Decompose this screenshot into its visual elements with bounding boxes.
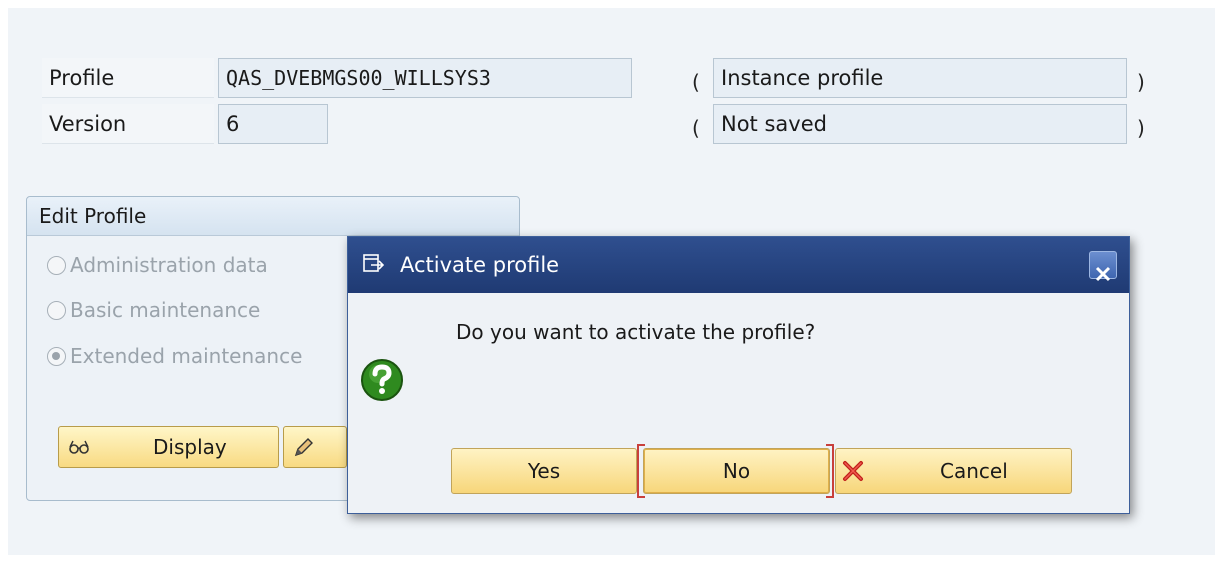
radio-extended-maintenance[interactable]: Extended maintenance [47, 341, 302, 371]
open-paren: ( [692, 70, 700, 94]
radio-administration-data[interactable]: Administration data [47, 250, 268, 280]
cancel-button[interactable]: Cancel [835, 448, 1072, 494]
glasses-icon [69, 440, 89, 454]
radio-basic-maintenance[interactable]: Basic maintenance [47, 295, 260, 325]
radio-label: Administration data [70, 253, 268, 277]
cancel-label: Cancel [940, 459, 1008, 483]
profile-label: Profile [42, 58, 214, 98]
pencil-icon [294, 438, 313, 457]
red-x-icon [843, 461, 863, 481]
no-button[interactable]: No [643, 448, 830, 494]
yes-button[interactable]: Yes [451, 448, 637, 494]
dialog-titlebar[interactable]: Activate profile [348, 237, 1129, 293]
display-button[interactable]: Display [58, 426, 279, 468]
profile-type-field: Instance profile [713, 58, 1127, 98]
dialog-question: Do you want to activate the profile? [456, 320, 816, 344]
change-button[interactable] [283, 426, 347, 468]
dialog-title: Activate profile [400, 253, 560, 277]
version-field[interactable]: 6 [218, 104, 328, 144]
radio-label: Extended maintenance [70, 344, 303, 368]
focus-bracket-right [826, 444, 834, 498]
open-paren: ( [692, 116, 700, 140]
radio-label: Basic maintenance [70, 298, 261, 322]
radio-button[interactable] [47, 255, 66, 275]
close-button[interactable] [1089, 251, 1117, 282]
profile-field[interactable]: QAS_DVEBMGS00_WILLSYS3 [218, 58, 632, 98]
radio-button[interactable] [47, 300, 66, 320]
close-icon [1095, 266, 1111, 282]
display-label: Display [153, 435, 227, 459]
edit-profile-title: Edit Profile [27, 197, 519, 236]
close-paren: ) [1137, 70, 1145, 94]
close-paren: ) [1137, 116, 1145, 140]
version-label: Version [42, 104, 214, 144]
dialog-window-icon [363, 254, 385, 272]
radio-button-selected[interactable] [47, 346, 66, 366]
question-icon [361, 359, 403, 401]
save-status-field: Not saved [713, 104, 1127, 144]
